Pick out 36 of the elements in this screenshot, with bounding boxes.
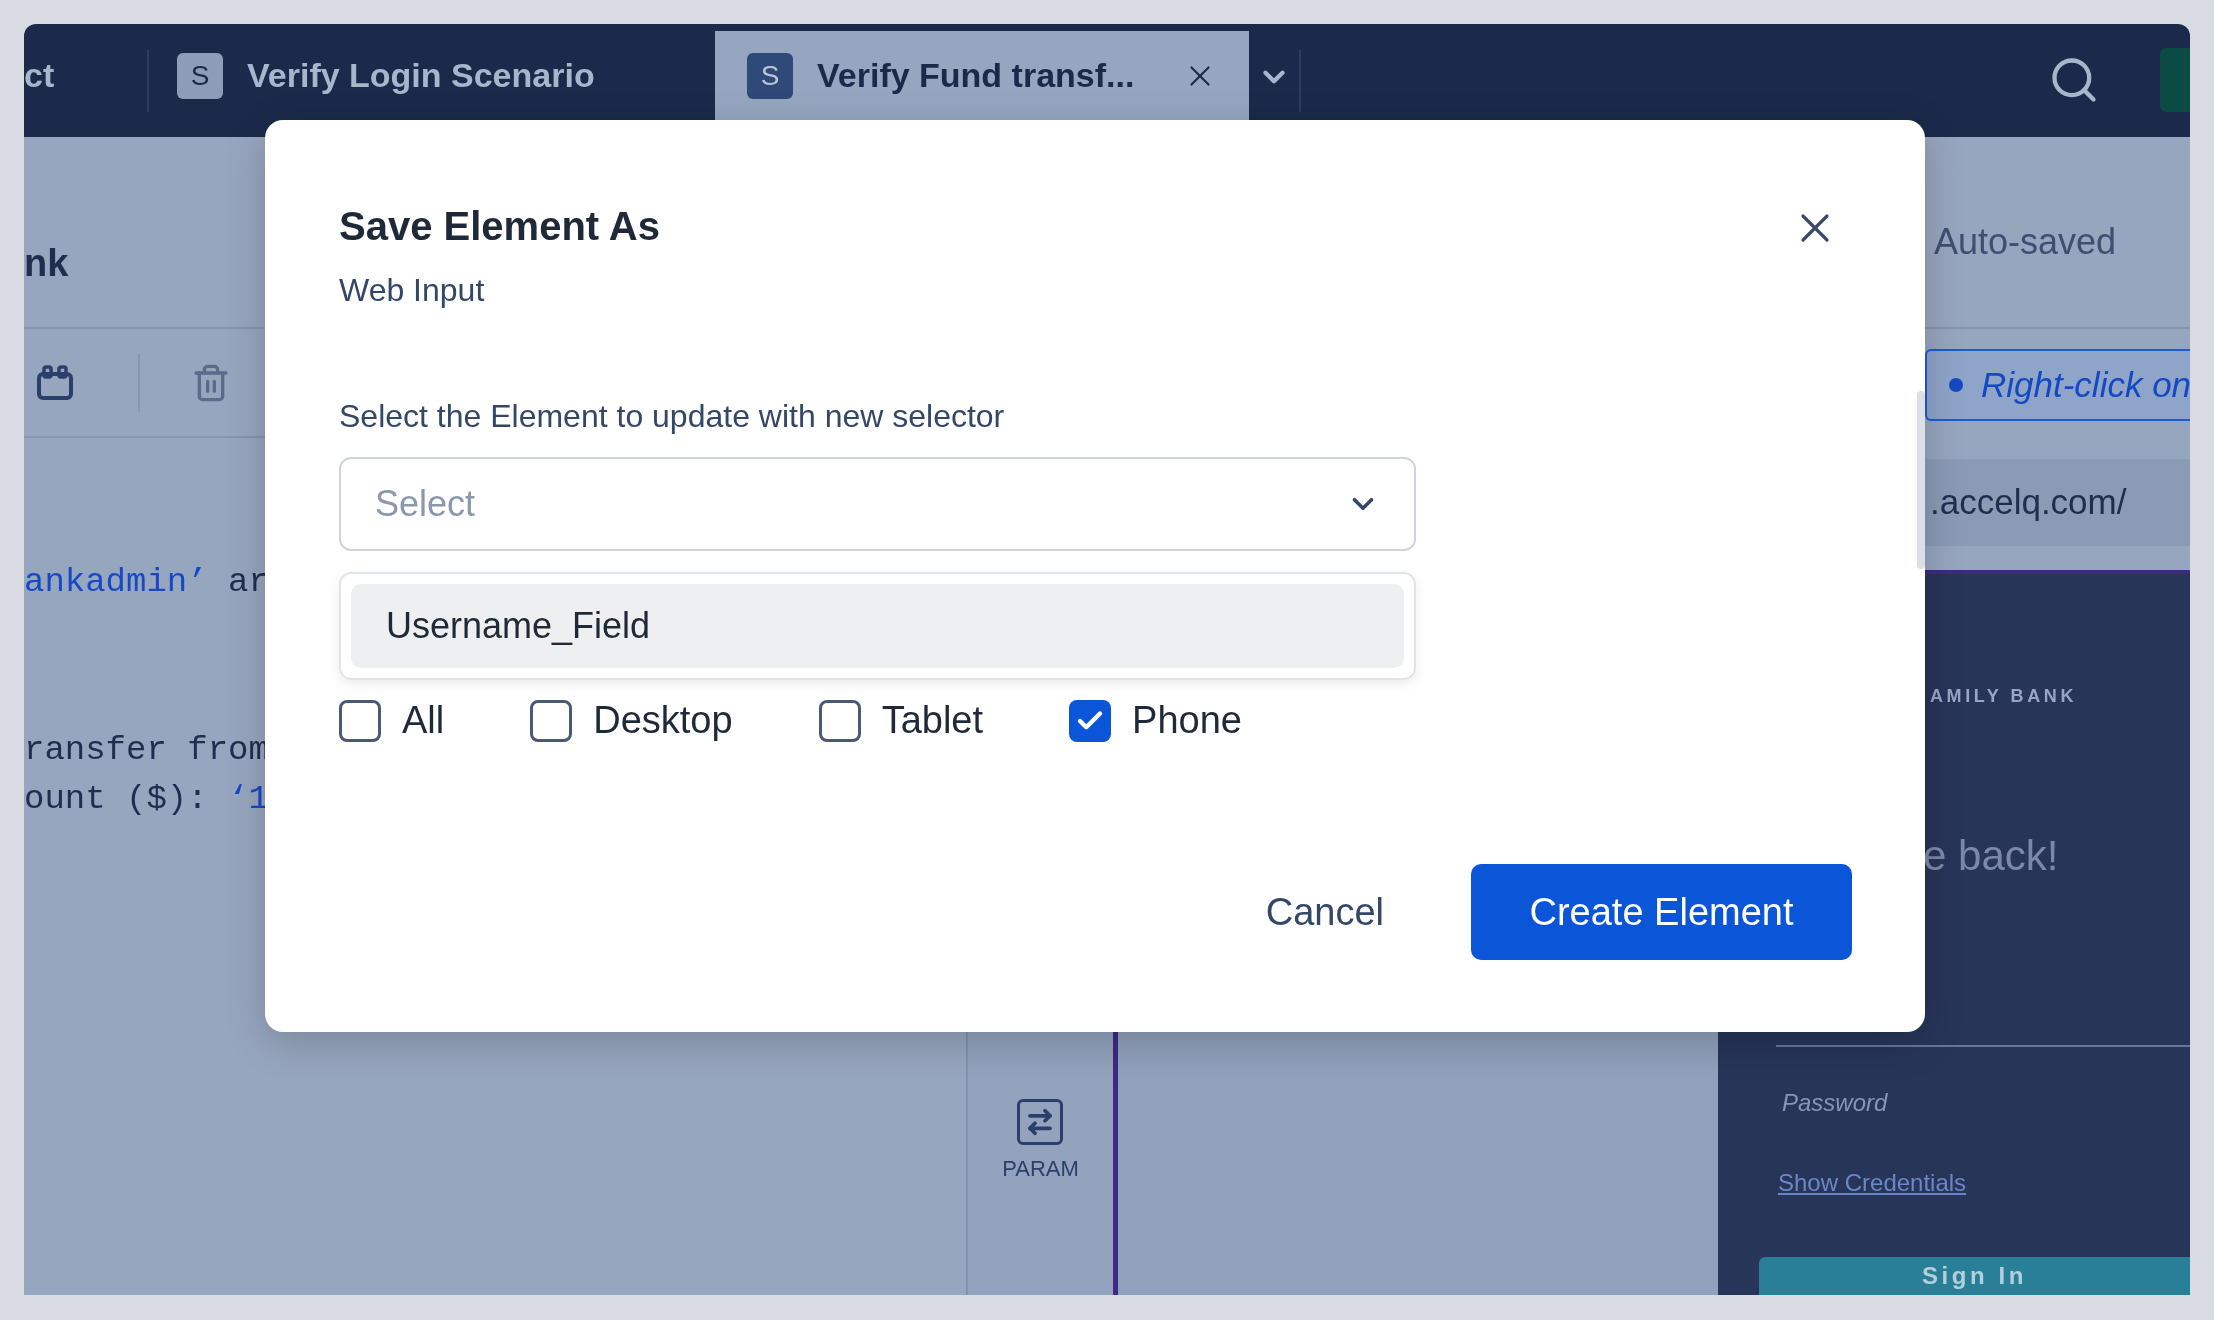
brand-name: AMILY BANK <box>1930 685 2078 708</box>
dropdown-option[interactable]: Username_Field <box>351 584 1404 668</box>
welcome-heading: e back! <box>1923 831 2060 881</box>
tab-label: Verify Login Scenario <box>247 55 595 96</box>
checkbox-label: Tablet <box>881 698 984 743</box>
tool-item[interactable]: PARAM <box>1002 1099 1079 1183</box>
cancel-button[interactable]: Cancel <box>1235 864 1414 960</box>
checkbox[interactable] <box>818 699 861 742</box>
tab-badge: S <box>177 52 223 99</box>
dialog-title: Save Element As <box>339 203 660 250</box>
checkbox[interactable] <box>530 699 573 742</box>
field-label: Select the Element to update with new selector <box>339 397 1005 436</box>
checkbox-label: Desktop <box>593 698 733 743</box>
tab[interactable]: S Verify Login Scenario <box>149 31 715 120</box>
checkbox-label: Phone <box>1132 698 1242 743</box>
checkbox[interactable] <box>339 699 381 742</box>
calendar-icon[interactable] <box>36 364 74 401</box>
bullet-icon <box>1949 378 1963 392</box>
tab-label: ct <box>24 55 55 96</box>
code-line: ankadmin’ ar <box>24 562 270 603</box>
tab-label: Verify Fund transf... <box>817 55 1135 96</box>
tab[interactable]: ct <box>24 31 147 120</box>
tab-badge: S <box>747 52 793 99</box>
hint-bar: Right-click on <box>1925 349 2190 421</box>
arrows-icon <box>1017 1099 1064 1145</box>
dialog-subtitle: Web Input <box>339 271 485 310</box>
create-element-button[interactable]: Create Element <box>1471 864 1852 960</box>
show-credentials-link[interactable]: Show Credentials <box>1778 1168 1967 1198</box>
tab[interactable]: S Verify Fund transf... <box>715 31 1249 120</box>
password-label: Password <box>1782 1088 1889 1118</box>
save-status: Auto-saved <box>1934 220 2117 264</box>
scrollbar-thumb[interactable] <box>1917 391 1925 569</box>
checkbox[interactable] <box>1069 699 1112 742</box>
panel-title: nk <box>24 243 69 283</box>
checkbox-label: All <box>402 698 445 743</box>
code-line: ount ($): ‘1 <box>24 779 270 820</box>
